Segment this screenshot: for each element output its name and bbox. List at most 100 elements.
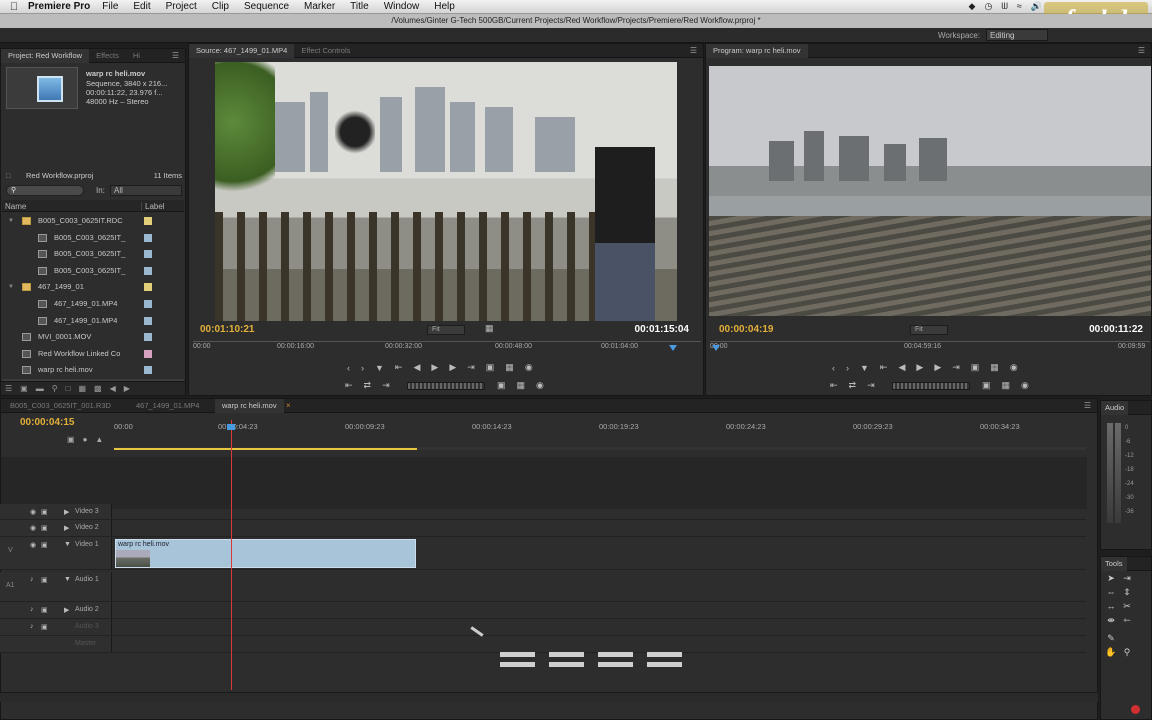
in-select[interactable]: All (110, 185, 182, 196)
extract-icon[interactable]: ▦ (990, 362, 999, 373)
app-menu[interactable]: Premiere Pro (28, 1, 90, 12)
menu-marker[interactable]: Marker (304, 1, 335, 12)
marker-icon[interactable]: ▼ (375, 363, 384, 373)
output-icon[interactable]: ▦ (517, 380, 526, 391)
tab-seq-heli[interactable]: warp rc heli.mov (215, 399, 284, 413)
project-item[interactable]: MVI_0001.MOV (2, 329, 184, 345)
project-item[interactable]: B005_C003_0625IT_ (2, 263, 184, 279)
mark-in-icon[interactable]: ‹ (832, 363, 835, 373)
source-video-frame[interactable] (215, 62, 677, 321)
panel-menu-icon[interactable]: ☰ (690, 46, 697, 55)
nav-left-icon[interactable]: ◀ (110, 384, 116, 393)
project-item[interactable]: warp rc heli.mov (2, 362, 184, 378)
ripple-edit-tool-icon[interactable]: ⇔ (1105, 587, 1117, 599)
tab-audio-meters[interactable]: Audio (1101, 400, 1129, 415)
program-jog-wheel[interactable] (892, 382, 970, 390)
expand-triangle-icon[interactable]: ▼ (8, 279, 14, 295)
timeline-timecode[interactable]: 00:00:04:15 (20, 417, 74, 428)
expand-icon[interactable]: ▶ (64, 606, 69, 614)
menu-window[interactable]: Window (384, 1, 420, 12)
pen-tool-icon[interactable]: ✎ (1105, 633, 1117, 645)
lock-icon[interactable]: ▣ (41, 524, 48, 532)
expand-icon[interactable]: ▶ (64, 524, 69, 532)
goto-in-icon[interactable]: ⇤ (880, 362, 888, 373)
tab-history[interactable]: Hi (126, 49, 147, 63)
lock-icon[interactable]: ▣ (41, 508, 48, 516)
search-input[interactable]: ⚲ (6, 185, 84, 196)
speaker-icon[interactable]: ♪ (30, 623, 34, 630)
tab-seq-mp4[interactable]: 467_1499_01.MP4 (129, 399, 206, 413)
program-playhead[interactable] (712, 345, 720, 351)
close-tab-icon[interactable]: × (286, 401, 291, 410)
tab-project[interactable]: Project: Red Workflow (1, 48, 90, 63)
delete-icon[interactable]: ▩ (94, 384, 102, 393)
track-target-a1[interactable]: A1 (6, 582, 15, 589)
menu-sequence[interactable]: Sequence (244, 1, 289, 12)
timeline-ruler[interactable]: 00:00 00:00:04:23 00:00:09:23 00:00:14:2… (114, 419, 1086, 453)
wifi-icon[interactable]: ≈ (1017, 1, 1022, 12)
output-icon[interactable]: ▦ (1002, 380, 1011, 391)
col-label[interactable]: Label (141, 202, 165, 211)
program-timecode[interactable]: 00:00:04:19 (719, 324, 773, 335)
rate-stretch-tool-icon[interactable]: ↔ (1105, 601, 1117, 613)
tab-program[interactable]: Program: warp rc heli.mov (706, 43, 808, 58)
zoom-slider[interactable]: ▬ (36, 384, 44, 393)
nav-right-icon[interactable]: ▶ (124, 384, 130, 393)
export-frame-icon[interactable]: ◉ (1010, 362, 1018, 373)
track-target-v[interactable]: V (8, 547, 13, 554)
shuttle-left-icon[interactable]: ⇤ (830, 380, 838, 391)
panel-menu-icon[interactable]: ☰ (1138, 46, 1145, 55)
step-forward-icon[interactable]: ▶ (449, 362, 456, 373)
find-icon[interactable]: ⚲ (52, 384, 58, 393)
timeline-playhead[interactable] (227, 424, 235, 430)
lock-icon[interactable]: ▣ (41, 576, 48, 584)
apple-icon[interactable]:  (0, 1, 28, 13)
shuttle-left-icon[interactable]: ⇤ (345, 380, 353, 391)
collapse-icon[interactable]: ▼ (64, 541, 71, 548)
menu-clip[interactable]: Clip (212, 1, 229, 12)
goto-out-icon[interactable]: ⇥ (467, 362, 475, 373)
source-ruler[interactable]: 00:00 00:00:16:00 00:00:32:00 00:00:48:0… (193, 341, 701, 355)
icon-view-icon[interactable]: ▣ (20, 384, 28, 393)
project-item[interactable]: 467_1499_01.MP4 (2, 296, 184, 312)
project-item[interactable]: Red Workflow Linked Co (2, 346, 184, 362)
safe-margins-icon[interactable]: ▣ (982, 380, 991, 391)
track-select-tool-icon[interactable]: ⇥ (1121, 573, 1133, 585)
lift-icon[interactable]: ▣ (971, 362, 980, 373)
time-machine-icon[interactable]: ◷ (984, 1, 992, 12)
project-item[interactable]: B005_C003_0625IT_ (2, 230, 184, 246)
list-view-icon[interactable]: ☰ (5, 384, 12, 393)
tab-seq-r3d[interactable]: B005_C003_0625IT_001.R3D (3, 399, 118, 413)
loop-icon[interactable]: ⇥ (867, 380, 875, 391)
program-video-frame[interactable] (709, 66, 1151, 316)
menu-file[interactable]: File (102, 1, 118, 12)
source-jog-wheel[interactable] (407, 382, 485, 390)
panel-menu-icon[interactable]: ☰ (1084, 401, 1091, 410)
project-item[interactable]: ▼ 467_1499_01 (2, 279, 184, 295)
play-in-out-icon[interactable]: ⇄ (849, 380, 857, 391)
eye-icon[interactable]: ◉ (30, 524, 36, 532)
insert-icon[interactable]: ▣ (486, 362, 495, 373)
step-forward-icon[interactable]: ▶ (934, 362, 941, 373)
volume-icon[interactable]: 🔊 (1031, 1, 1042, 12)
speaker-icon[interactable]: ♪ (30, 606, 34, 613)
export-frame-icon[interactable]: ◉ (525, 362, 533, 373)
selection-tool-icon[interactable]: ➤ (1105, 573, 1117, 585)
menu-help[interactable]: Help (434, 1, 455, 12)
menu-edit[interactable]: Edit (133, 1, 150, 12)
tab-effect-controls[interactable]: Effect Controls (294, 44, 357, 58)
panel-menu-icon[interactable]: ☰ (172, 51, 179, 60)
lock-icon[interactable]: ▣ (41, 623, 48, 631)
goto-in-icon[interactable]: ⇤ (395, 362, 403, 373)
hand-tool-icon[interactable]: ✋ (1105, 647, 1117, 659)
step-back-icon[interactable]: ◀ (898, 362, 905, 373)
play-icon[interactable]: ▶ (431, 362, 438, 373)
camera-icon[interactable]: ◉ (536, 380, 544, 391)
new-item-icon[interactable]: ▦ (78, 384, 86, 393)
razor-tool-icon[interactable]: ✂ (1121, 601, 1133, 613)
speaker-icon[interactable]: ♪ (30, 576, 34, 583)
eye-icon[interactable]: ◉ (30, 508, 36, 516)
expand-icon[interactable]: ▶ (64, 508, 69, 516)
eye-icon[interactable]: ◉ (30, 541, 36, 549)
tab-source[interactable]: Source: 467_1499_01.MP4 (189, 43, 295, 58)
